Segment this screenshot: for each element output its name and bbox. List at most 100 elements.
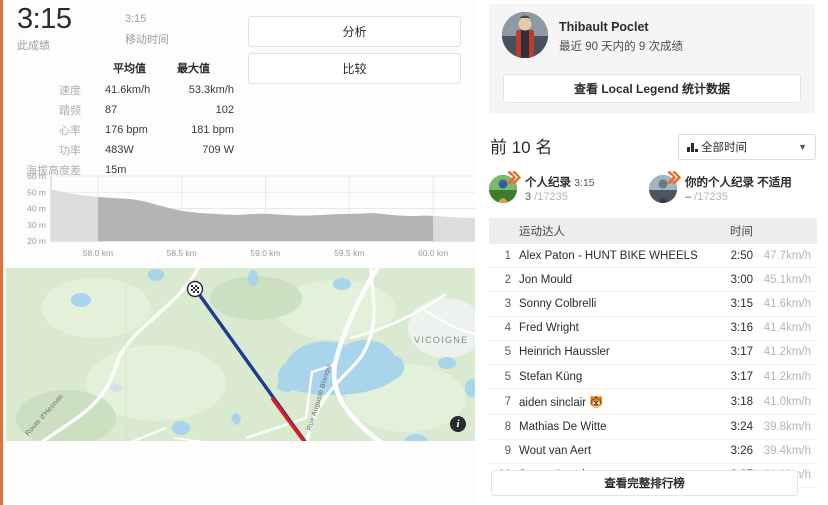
row-athlete[interactable]: Jon Mould [511,267,709,293]
row-time: 3:16 [709,316,753,341]
row-athlete[interactable]: Fred Wright [511,316,709,341]
row-athlete[interactable]: aiden sinclair 🐯 [511,388,709,416]
row-rank: 5 [489,340,511,365]
row-athlete[interactable]: Stefan Küng [511,364,709,390]
row-speed: 41.0km/h [753,388,817,416]
map-label-town: VICOIGNE [414,335,468,345]
map-canvas: Route d'Hesnon Rue Auguste Blanqui VICOI… [6,268,475,441]
table-row[interactable]: 4 Fred Wright 3:16 41.4km/h [489,316,817,341]
x-tick-label: 58.0 km [83,248,113,258]
stats-row: 速度 41.6km/h 53.3km/h [17,80,242,100]
row-rank: 2 [489,267,511,293]
pr-summary-row: 个人纪录 3:15 3 /17235 你的个人纪录 不适用 – /17235 [489,171,817,215]
stats-body: 速度 41.6km/h 53.3km/h 踏频 87 102 心率 176 bpm 181 bp… [17,80,242,180]
row-time: 3:18 [709,388,753,416]
row-speed: 41.4km/h [753,316,817,341]
table-row[interactable]: 1 Alex Paton - HUNT BIKE WHEELS 2:50 47.7km… [489,244,817,269]
row-athlete[interactable]: Alex Paton - HUNT BIKE WHEELS [511,244,709,269]
y-tick-label: 30 m [27,220,46,230]
table-row[interactable]: 3 Sonny Colbrelli 3:15 41.6km/h [489,291,817,317]
table-row[interactable]: 8 Mathias De Witte 3:24 39.8km/h [489,414,817,440]
stats-row-label: 速度 [59,85,81,97]
pr-item[interactable]: 个人纪录 3:15 3 /17235 [489,171,649,215]
row-time: 3:26 [709,439,753,464]
avatar-photo [502,12,548,58]
athlete-card: Thibault Poclet 最近 90 天内的 9 次成绩 查看 Local… [489,4,815,114]
table-row[interactable]: 9 Wout van Aert 3:26 39.4km/h [489,439,817,464]
row-speed: 41.6km/h [753,291,817,317]
moving-time-block: 3:15 移动时间 [125,13,169,47]
table-row[interactable]: 2 Jon Mould 3:00 45.1km/h [489,267,817,293]
time-filter-value: 全部时间 [701,142,747,154]
leaderboard-body: 1 Alex Paton - HUNT BIKE WHEELS 2:50 47.7km… [489,244,817,488]
stats-row-avg: 41.6km/h [105,84,151,96]
row-rank: 4 [489,316,511,341]
moving-time-value: 3:15 [125,13,147,25]
table-row[interactable]: 7 aiden sinclair 🐯 3:18 41.0km/h [489,388,817,416]
y-tick-label: 50 m [27,187,46,197]
avatar[interactable] [502,12,548,58]
row-speed: 39.8km/h [753,414,817,440]
stats-table: 平均值 最大值 速度 41.6km/h 53.3km/h 踏频 87 102 心率 176 b… [17,58,242,180]
stats-row-label: 踏频 [59,105,81,117]
table-row[interactable]: 5 Heinrich Haussler 3:17 41.2km/h [489,340,817,365]
row-rank: 1 [489,244,511,269]
row-rank: 5 [489,364,511,390]
pr-rank: 3 /17235 [525,191,568,203]
x-tick-label: 58.5 km [167,248,197,258]
leaderboard-title: 前 10 名 [490,138,553,157]
pr-time: 3:15 [574,177,595,189]
row-speed: 45.1km/h [753,267,817,293]
bar-chart-icon [687,142,698,152]
time-filter-dropdown[interactable]: 全部时间 ▼ [678,134,816,160]
stats-row: 踏频 87 102 [17,100,242,120]
row-time: 3:17 [709,340,753,365]
stats-header-max: 最大值 [177,63,210,75]
row-athlete[interactable]: Sonny Colbrelli [511,291,709,317]
stats-row-label: 功率 [59,145,81,157]
map-info-icon[interactable]: i [450,416,466,432]
x-tick-label: 59.5 km [334,248,364,258]
row-time: 3:17 [709,364,753,390]
col-athlete: 运动达人 [511,218,709,244]
row-athlete[interactable]: Heinrich Haussler [511,340,709,365]
pr-badge-icon [667,171,681,184]
row-rank: 7 [489,388,511,416]
row-rank: 8 [489,414,511,440]
start-marker-icon [186,280,204,298]
segment-detail-page: 3:15 此成绩 3:15 移动时间 平均值 最大值 速度 41.6km/h 53.… [0,0,828,505]
elevation-area-highlight [97,196,434,241]
row-speed: 41.2km/h [753,364,817,390]
athlete-name[interactable]: Thibault Poclet [559,20,649,34]
stats-row-max: 181 bpm [191,124,234,136]
analyze-button[interactable]: 分析 [248,16,461,47]
compare-button[interactable]: 比较 [248,53,461,84]
athlete-recent-efforts: 最近 90 天内的 9 次成绩 [559,41,683,53]
pr-rank: – /17235 [685,191,728,203]
y-tick-label: 60 m [27,171,46,181]
y-tick-label: 40 m [27,204,46,214]
route-map[interactable]: Route d'Hesnon Rue Auguste Blanqui VICOI… [6,268,475,441]
table-row[interactable]: 5 Stefan Küng 3:17 41.2km/h [489,364,817,390]
effort-time: 3:15 [17,3,72,35]
effort-panel: 3:15 此成绩 3:15 移动时间 平均值 最大值 速度 41.6km/h 53.… [0,0,475,505]
col-time: 时间 [709,218,753,244]
leaderboard-panel: Thibault Poclet 最近 90 天内的 9 次成绩 查看 Local… [477,0,828,505]
local-legend-button[interactable]: 查看 Local Legend 统计数据 [503,74,801,103]
stats-row-avg: 176 bpm [105,124,148,136]
row-time: 3:15 [709,291,753,317]
stats-row-max: 53.3km/h [188,84,234,96]
pr-time: 不适用 [757,177,792,189]
row-athlete[interactable]: Wout van Aert [511,439,709,464]
elevation-chart[interactable]: 60 m 50 m 40 m 30 m 20 m 58.0 km 58.5 km 59.0 k… [3,166,478,264]
pr-item[interactable]: 你的个人纪录 不适用 – /17235 [649,171,809,215]
row-athlete[interactable]: Mathias De Witte [511,414,709,440]
row-rank: 9 [489,439,511,464]
elevation-chart-svg: 60 m 50 m 40 m 30 m 20 m 58.0 km 58.5 km 59.0 k… [27,171,475,258]
view-full-leaderboard-button[interactable]: 查看完整排行榜 [491,470,798,496]
row-time: 3:24 [709,414,753,440]
row-speed: 47.7km/h [753,244,817,269]
stats-row: 功率 483W 709 W [17,140,242,160]
stats-header-row: 平均值 最大值 [17,58,242,80]
stats-row-max: 709 W [202,144,234,156]
